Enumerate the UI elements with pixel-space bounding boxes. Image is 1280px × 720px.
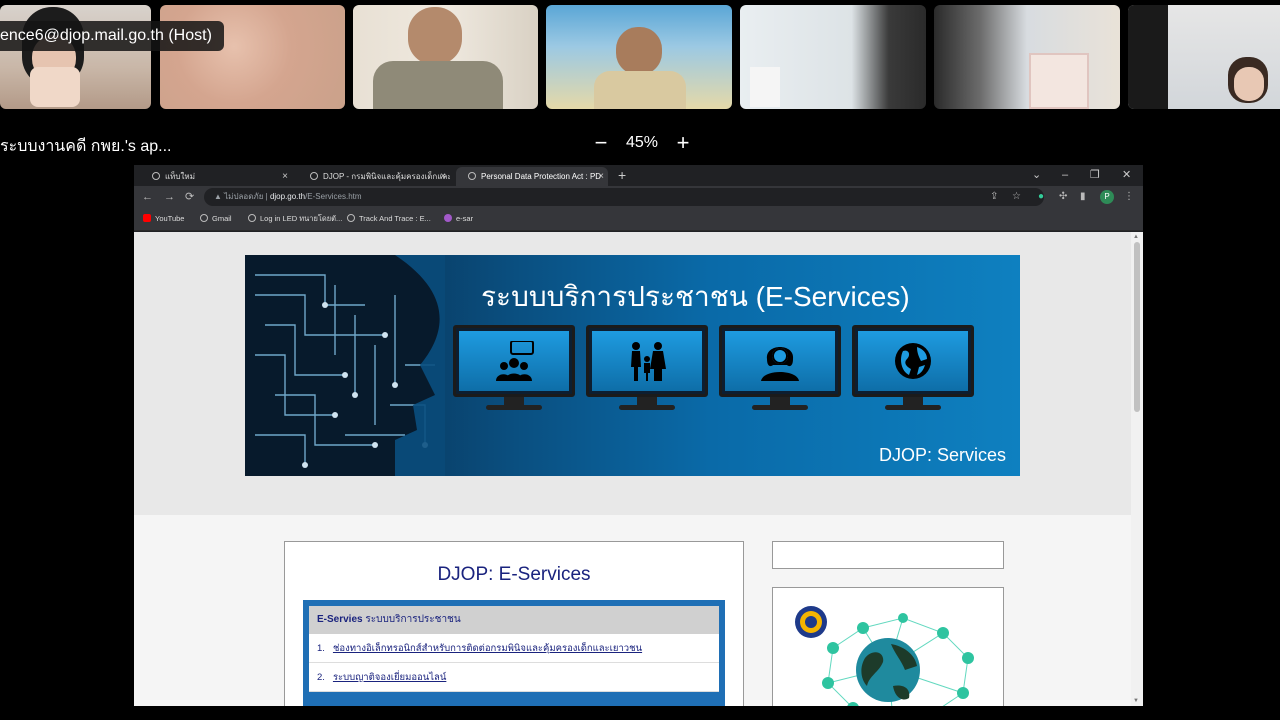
globe-icon [248,214,256,222]
service-list-header: E-Servies ระบบบริการประชาชน [309,606,719,634]
extension-icon[interactable]: ● [1038,190,1044,204]
network-globe-graphic [795,606,974,706]
page-content: DJOP: E-Services E-Servies ระบบบริการประ… [134,515,1131,706]
menu-icon[interactable]: ⋮ [1124,190,1134,204]
bookmark-led[interactable]: Log in LED ทนายโดยตั... [248,213,342,225]
banner-area: ระบบบริการประชาชน (E-Services) DJOP: Ser… [134,232,1131,515]
participant-video-5[interactable] [740,5,926,109]
participant-video-strip: ence6@djop.mail.go.th (Host) [0,5,1280,109]
participant-video-3[interactable] [353,5,538,109]
url-path: /E-Services.htm [305,192,362,201]
monitor-family-icon [586,325,708,415]
new-tab-button[interactable]: + [618,167,626,184]
zoom-in-button[interactable]: + [672,130,694,156]
back-button[interactable]: ← [142,189,153,205]
warning-icon: ▲ [214,192,225,201]
service-item[interactable]: 2. ระบบญาติจองเยี่ยมออนไลน์ [309,663,719,692]
monitor-person-icon [719,325,841,415]
minimize-button[interactable]: – [1062,167,1068,184]
banner-title: ระบบบริการประชาชน (E-Services) [481,281,910,312]
share-icon[interactable]: ⇪ [990,190,998,204]
monitor-community-icon [453,325,575,415]
page-scrollbar[interactable]: ▲ ▼ [1131,232,1143,706]
bookmark-gmail[interactable]: Gmail [200,213,232,225]
bookmarks-bar: YouTube Gmail Log in LED ทนายโดยตั... Tr… [134,208,1143,231]
zoom-level-value: 45% [626,134,659,151]
sidebar-network-panel [772,587,1004,706]
bookmark-esar[interactable]: e-sar [444,213,473,225]
bookmark-track[interactable]: Track And Trace : E... [347,213,431,225]
page-viewport: ระบบบริการประชาชน (E-Services) DJOP: Ser… [134,232,1131,706]
e-services-title: DJOP: E-Services [437,564,591,585]
participant-video-7[interactable] [1128,5,1280,109]
host-name-label: ence6@djop.mail.go.th (Host) [0,21,224,51]
service-list-box: E-Servies ระบบบริการประชาชน 1. ช่องทางอิเ… [303,600,725,706]
shared-screen-title: ระบบงานคดี กพย.'s ap... [0,138,172,155]
security-label: ไม่ปลอดภัย [224,192,264,201]
sidebar-search-box[interactable] [772,541,1004,569]
youtube-icon [143,214,151,222]
service-link[interactable]: ช่องทางอิเล็กทรอนิกส์สำหรับการติดต่อกรมพ… [333,643,642,654]
scroll-down-arrow[interactable]: ▼ [1133,698,1139,704]
people-chat-icon [496,341,534,381]
esar-icon [444,214,452,222]
address-bar[interactable]: ▲ ไม่ปลอดภัย | djop.go.th/E-Services.htm [204,188,1044,206]
tab-close-icon[interactable]: × [440,167,446,186]
globe-icon [468,172,476,180]
circuit-head-graphic [245,255,445,476]
bookmark-youtube[interactable]: YouTube [143,213,184,225]
person-icon [761,347,799,381]
monitor-globe-icon [852,325,974,415]
restore-button[interactable]: ❐ [1090,167,1100,184]
shared-browser-window: แท็บใหม่ × DJOP - กรมพินิจและคุ้มครองเด็… [134,165,1143,706]
browser-tab-strip: แท็บใหม่ × DJOP - กรมพินิจและคุ้มครองเด็… [134,165,1143,186]
profile-avatar[interactable]: P [1100,190,1114,204]
forward-button[interactable]: → [164,189,175,205]
scroll-thumb[interactable] [1134,242,1140,412]
chrome-icon [152,172,160,180]
puzzle-icon[interactable]: ✣ [1059,190,1067,204]
tab-label: DJOP - กรมพินิจและคุ้มครองเด็กและ... [323,172,450,181]
service-item[interactable]: 1. ช่องทางอิเล็กทรอนิกส์สำหรับการติดต่อกร… [309,634,719,663]
bookmark-star-icon[interactable]: ☆ [1012,190,1021,204]
tab-close-icon[interactable]: × [282,167,288,186]
globe-icon [347,214,355,222]
meeting-bottom-bar [0,706,1280,720]
sidebar-icon[interactable]: ▮ [1080,190,1086,204]
browser-toolbar: ← → ⟳ ▲ ไม่ปลอดภัย | djop.go.th/E-Servic… [134,186,1143,208]
globe-icon [200,214,208,222]
browser-tab-new[interactable]: แท็บใหม่ × [140,167,292,186]
url-host: djop.go.th [269,192,306,201]
reload-button[interactable]: ⟳ [185,189,194,205]
e-services-banner: ระบบบริการประชาชน (E-Services) DJOP: Ser… [245,255,1020,476]
service-link[interactable]: ระบบญาติจองเยี่ยมออนไลน์ [333,672,446,683]
globe-icon [310,172,318,180]
participant-video-4[interactable] [546,5,732,109]
browser-tab-djop[interactable]: DJOP - กรมพินิจและคุ้มครองเด็กและ... × [298,167,450,186]
tab-label: Personal Data Protection Act : PD [481,172,602,181]
browser-tab-pdpa[interactable]: Personal Data Protection Act : PD × [456,167,608,186]
family-icon [631,342,666,381]
tab-close-icon[interactable]: × [598,167,604,186]
zoom-out-button[interactable]: − [590,130,612,156]
e-services-panel: DJOP: E-Services E-Servies ระบบบริการประ… [284,541,744,706]
tab-search-icon[interactable]: ⌄ [1032,167,1041,184]
tab-label: แท็บใหม่ [165,172,195,181]
globe-icon [895,343,931,379]
close-window-button[interactable]: ✕ [1122,167,1131,184]
share-zoom-control: − 45% + [590,130,694,156]
banner-subtitle: DJOP: Services [878,445,1006,465]
participant-video-6[interactable] [934,5,1120,109]
screen-share-bar: ระบบงานคดี กพย.'s ap... − 45% + [0,126,1280,162]
scroll-up-arrow[interactable]: ▲ [1133,234,1139,240]
